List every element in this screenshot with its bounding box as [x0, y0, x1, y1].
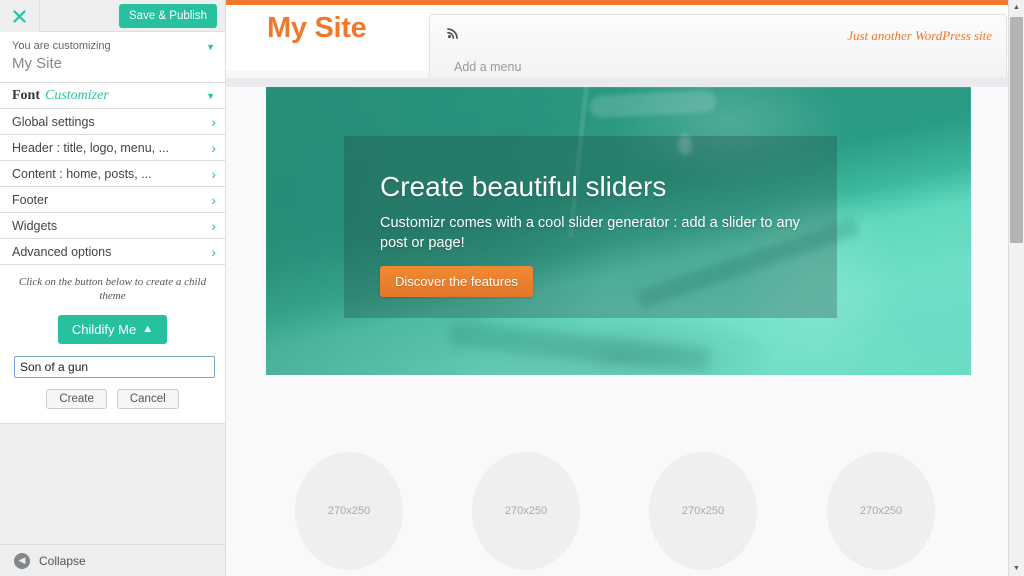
site-navbar: Just another WordPress site Add a menu	[429, 14, 1007, 82]
collapse-left-icon: ◀	[14, 552, 30, 569]
featured-circle[interactable]: 270x250	[295, 452, 403, 570]
featured-circle[interactable]: 270x250	[472, 452, 580, 570]
sidebar-item-label: Global settings	[12, 114, 95, 129]
chevron-right-icon: ›	[211, 114, 216, 130]
sidebar-item-label: Header : title, logo, menu, ...	[12, 140, 170, 155]
panel-title-primary: Font	[12, 87, 40, 103]
sidebar-item-advanced-options[interactable]: Advanced options ›	[0, 239, 225, 265]
preview-scrollbar[interactable]: ▲ ▼	[1008, 0, 1024, 576]
caret-down-icon[interactable]: ▼	[206, 92, 215, 101]
scroll-down-arrow-icon[interactable]: ▼	[1009, 561, 1024, 576]
scroll-up-arrow-icon[interactable]: ▲	[1009, 0, 1024, 15]
customizer-sidebar: Save & Publish You are customizing My Si…	[0, 0, 226, 576]
sidebar-item-global-settings[interactable]: Global settings ›	[0, 109, 225, 135]
sidebar-item-label: Advanced options	[12, 244, 112, 259]
caret-down-icon[interactable]: ▼	[206, 43, 215, 52]
slider-subtitle: Customizr comes with a cool slider gener…	[380, 215, 800, 251]
add-a-menu-link[interactable]: Add a menu	[454, 60, 521, 74]
sidebar-scroll-area: You are customizing My Site ▼ Font Custo…	[0, 32, 225, 576]
create-button[interactable]: Create	[46, 389, 107, 409]
sidebar-item-footer[interactable]: Footer ›	[0, 187, 225, 213]
customizing-label: You are customizing	[12, 40, 111, 52]
site-header: My Site Just another WordPress site Add …	[226, 5, 1008, 82]
chevron-right-icon: ›	[211, 244, 216, 260]
featured-circles-row: 270x250 270x250 270x250 270x250	[226, 375, 1008, 575]
childify-me-label: Childify Me	[71, 322, 137, 337]
sidebar-item-label: Content : home, posts, ...	[12, 166, 152, 181]
chevron-right-icon: ›	[211, 218, 216, 234]
sidebar-item-widgets[interactable]: Widgets ›	[0, 213, 225, 239]
cancel-button[interactable]: Cancel	[116, 389, 179, 409]
customizing-site-title: My Site	[12, 55, 63, 72]
site-tagline: Just another WordPress site	[847, 28, 992, 43]
panel-title-font-customizer[interactable]: Font Customizer ▼	[0, 83, 225, 109]
site-title[interactable]: My Site	[267, 12, 367, 45]
site-preview: My Site Just another WordPress site Add …	[226, 0, 1024, 576]
customizer-app: Save & Publish You are customizing My Si…	[0, 0, 1024, 576]
sidebar-item-header[interactable]: Header : title, logo, menu, ... ›	[0, 135, 225, 161]
child-theme-note: Click on the button below to create a ch…	[18, 276, 207, 302]
scrollbar-thumb[interactable]	[1010, 17, 1023, 243]
child-theme-actions: Create Cancel	[14, 389, 211, 409]
chevron-up-icon: ▲	[142, 323, 154, 335]
chevron-right-icon: ›	[211, 192, 216, 208]
child-theme-section: Click on the button below to create a ch…	[0, 265, 225, 424]
sidebar-item-label: Footer	[12, 192, 49, 207]
preview-content: Create beautiful sliders Customizr comes…	[226, 87, 1008, 576]
collapse-label: Collapse	[39, 553, 86, 568]
child-theme-name-input[interactable]	[14, 356, 215, 378]
sidebar-item-content[interactable]: Content : home, posts, ... ›	[0, 161, 225, 187]
childify-me-button[interactable]: Childify Me ▲	[57, 315, 168, 344]
slider-caption: Create beautiful sliders Customizr comes…	[344, 136, 837, 318]
sidebar-topbar: Save & Publish	[0, 0, 225, 32]
customizing-info[interactable]: You are customizing My Site ▼	[0, 32, 225, 83]
panel-title-secondary: Customizer	[45, 87, 109, 103]
featured-circle[interactable]: 270x250	[827, 452, 935, 570]
chevron-right-icon: ›	[211, 140, 216, 156]
sidebar-item-label: Widgets	[12, 218, 58, 233]
collapse-sidebar-button[interactable]: ◀ Collapse	[0, 544, 225, 576]
close-icon[interactable]	[0, 0, 40, 32]
rss-icon[interactable]	[447, 26, 460, 44]
header-separator-band	[226, 78, 1008, 87]
discover-the-features-button[interactable]: Discover the features	[380, 266, 533, 297]
slider-title: Create beautiful sliders	[380, 171, 667, 202]
featured-circle[interactable]: 270x250	[649, 452, 757, 570]
chevron-right-icon: ›	[211, 166, 216, 182]
save-and-publish-button[interactable]: Save & Publish	[119, 4, 217, 28]
hero-slider[interactable]: Create beautiful sliders Customizr comes…	[266, 87, 971, 375]
